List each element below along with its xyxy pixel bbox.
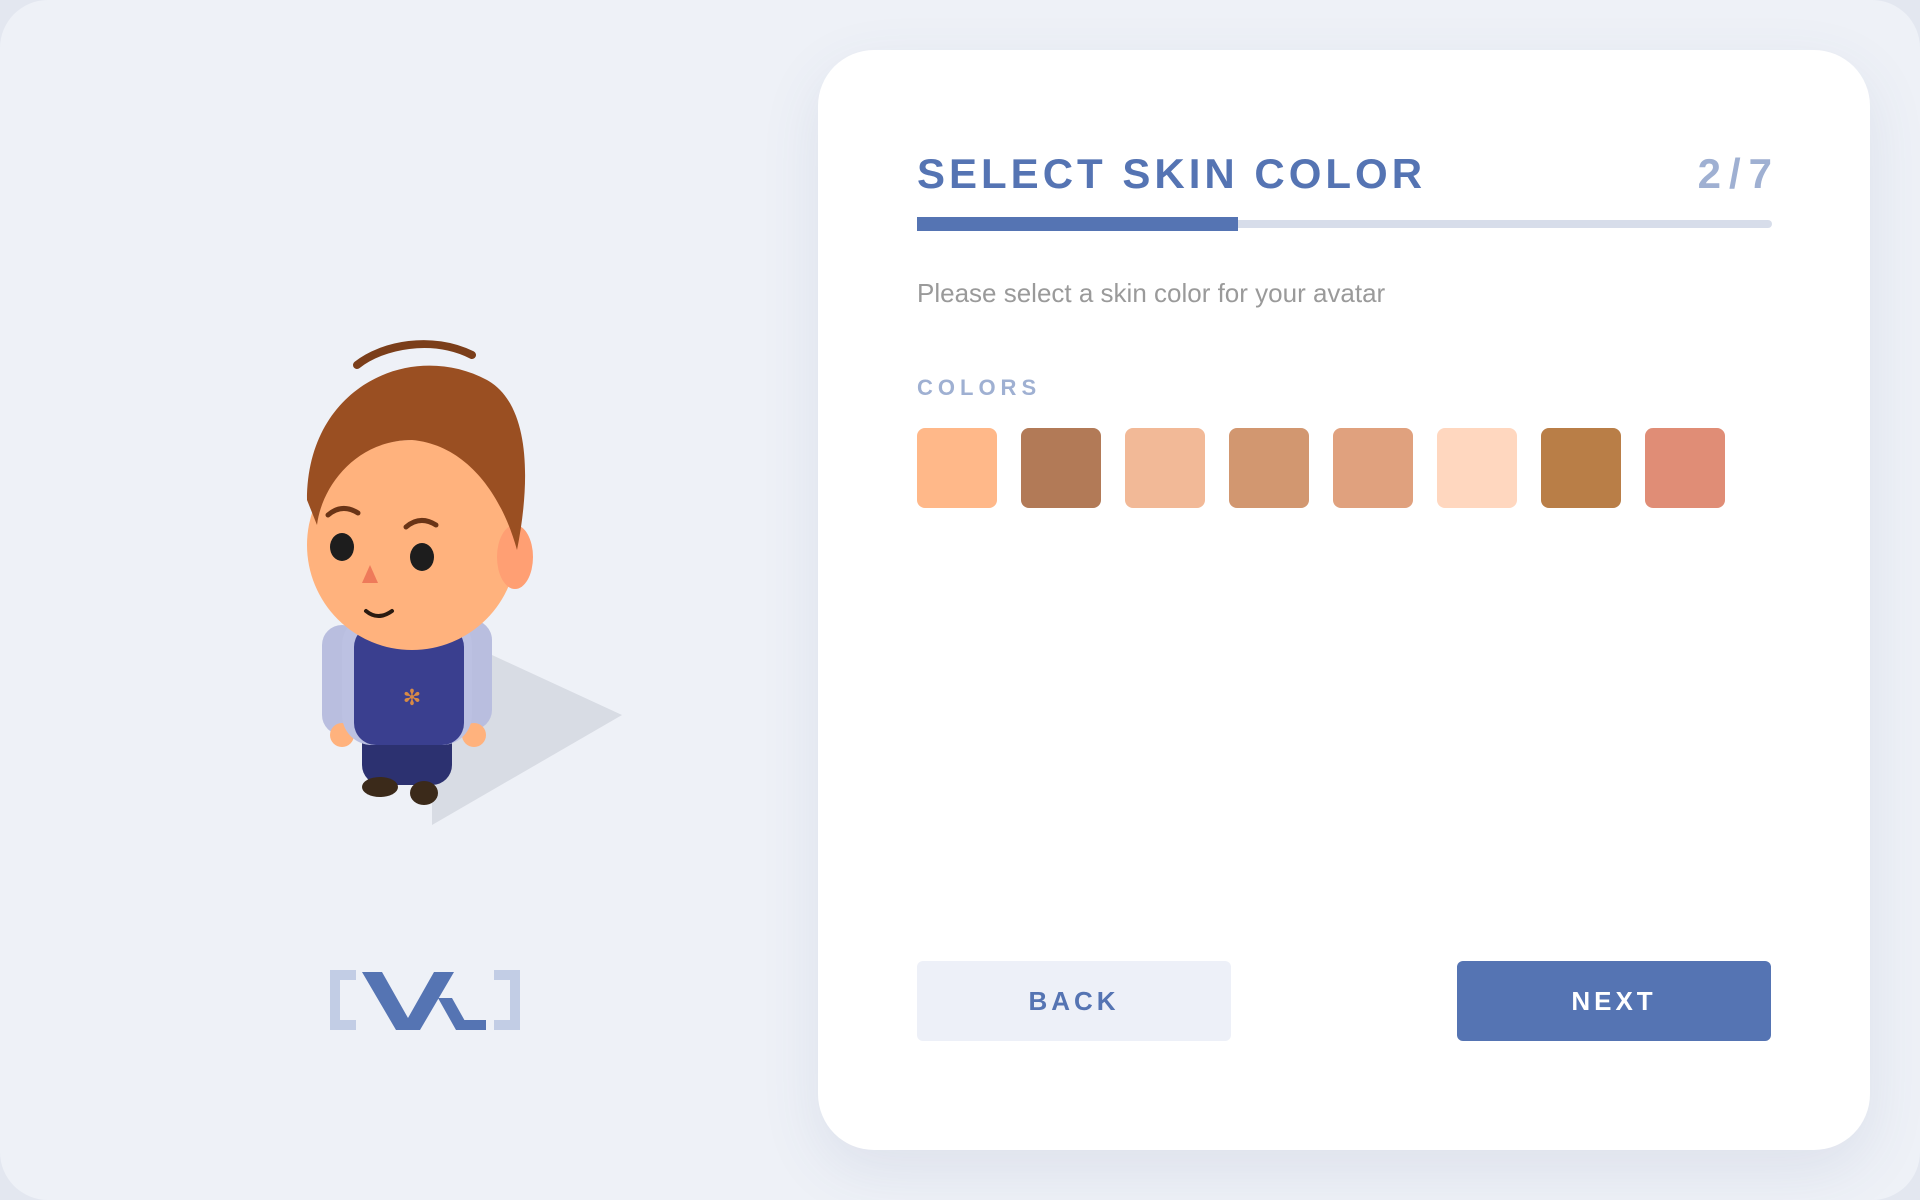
color-swatch-1[interactable] [917, 428, 997, 508]
next-button[interactable]: NEXT [1457, 961, 1771, 1041]
color-swatch-2[interactable] [1021, 428, 1101, 508]
color-swatch-list [917, 428, 1725, 508]
app-window: ✻ SELECT SKIN COLOR 2/7 Please select a … [0, 0, 1920, 1200]
color-swatch-6[interactable] [1437, 428, 1517, 508]
step-counter: 2/7 [1697, 150, 1780, 197]
avatar-illustration: ✻ [307, 340, 622, 825]
svg-text:✻: ✻ [403, 685, 421, 710]
color-swatch-7[interactable] [1541, 428, 1621, 508]
progress-fill [917, 217, 1238, 231]
progress-bar [917, 217, 1772, 231]
color-swatch-5[interactable] [1333, 428, 1413, 508]
back-button[interactable]: BACK [917, 961, 1231, 1041]
avatar-preview-panel: ✻ [0, 0, 818, 1200]
color-swatch-8[interactable] [1645, 428, 1725, 508]
page-title: SELECT SKIN COLOR [917, 150, 1427, 197]
instruction-text: Please select a skin color for your avat… [917, 278, 1386, 308]
color-swatch-3[interactable] [1125, 428, 1205, 508]
color-swatch-4[interactable] [1229, 428, 1309, 508]
brand-logo [330, 970, 520, 1030]
skin-color-card: SELECT SKIN COLOR 2/7 Please select a sk… [818, 50, 1870, 1150]
colors-section-label: COLORS [917, 375, 1042, 400]
